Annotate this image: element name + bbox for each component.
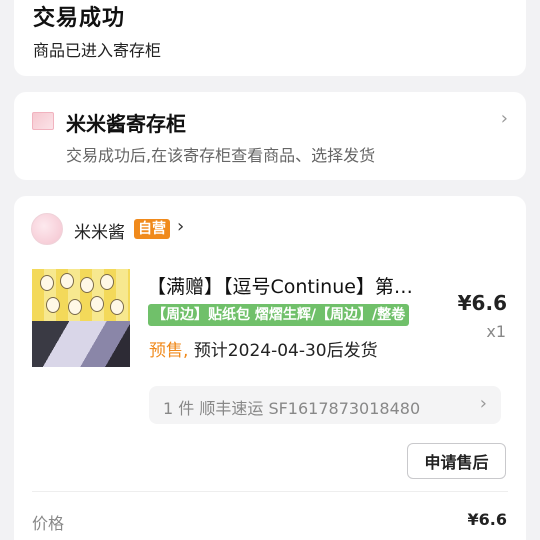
chevron-right-icon: › [479, 393, 487, 414]
locker-description: 交易成功后,在该寄存柜查看商品、选择发货 [66, 146, 376, 165]
product-variant-tag: 【周边】贴纸包 熠熠生辉/【周边】/整卷 [148, 304, 410, 326]
price-value: ¥6.6 [467, 510, 507, 529]
chevron-right-icon[interactable]: › [501, 108, 508, 129]
shop-avatar[interactable] [31, 213, 63, 245]
divider [32, 491, 508, 492]
presale-info: 预售, 预计2024-04-30后发货 [149, 336, 378, 361]
order-status-card: 交易成功 商品已进入寄存柜 [14, 0, 526, 76]
locker-title: 米米酱寄存柜 [66, 112, 186, 136]
product-price: ¥6.6 [457, 291, 507, 315]
chevron-right-icon[interactable]: › [177, 216, 184, 237]
presale-ship-date: 预计2024-04-30后发货 [193, 341, 378, 361]
price-label: 价格 [32, 514, 65, 533]
shipping-info-row[interactable]: 1 件 顺丰速运 SF1617873018480 › [149, 386, 501, 424]
order-card: 米米酱 自营 › 【满赠】【逗号Continue】第… 【周边】贴纸包 熠熠生辉… [14, 196, 526, 540]
product-quantity: x1 [486, 322, 506, 341]
locker-logo-icon [32, 112, 54, 130]
self-operated-badge: 自营 [134, 219, 170, 239]
apply-aftersale-button[interactable]: 申请售后 [407, 443, 506, 479]
locker-card[interactable]: 米米酱寄存柜 交易成功后,在该寄存柜查看商品、选择发货 › [14, 92, 526, 180]
product-title[interactable]: 【满赠】【逗号Continue】第… [147, 272, 449, 299]
shipping-text: 1 件 顺丰速运 SF1617873018480 [163, 399, 421, 418]
presale-label: 预售, [149, 341, 189, 361]
status-title: 交易成功 [33, 6, 126, 31]
product-image[interactable] [32, 269, 130, 367]
status-subtitle: 商品已进入寄存柜 [33, 41, 162, 60]
shop-name[interactable]: 米米酱 [74, 218, 125, 243]
